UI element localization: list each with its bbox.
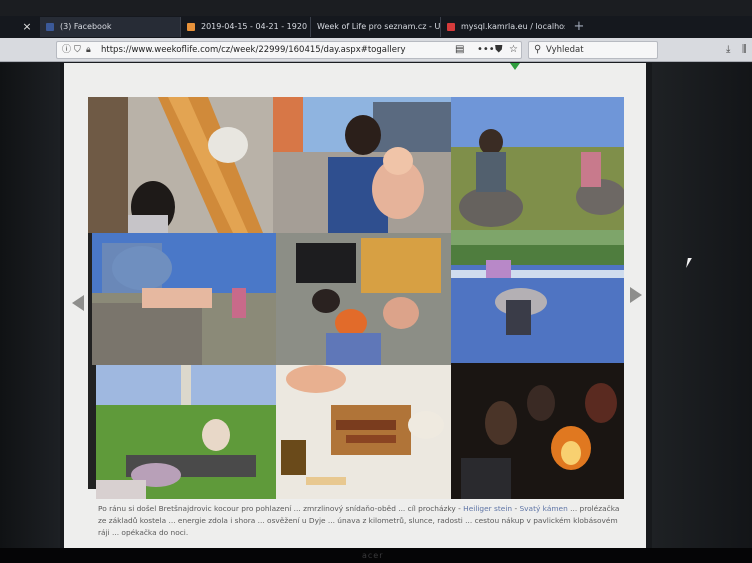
gallery-caption: Po ránu si došel Bretšnajdrovic kocour p… [98, 503, 628, 539]
caption-link-heiliger-stein[interactable]: Heiliger stein [463, 504, 512, 513]
gallery-prev-arrow-icon[interactable] [72, 295, 84, 311]
page-body: Po ránu si došel Bretšnajdrovic kocour p… [64, 63, 646, 549]
search-bar[interactable]: ⚲ [528, 41, 658, 59]
search-input[interactable] [546, 43, 654, 57]
shield-icon[interactable]: ⛉ [74, 45, 81, 56]
photo-picnic-garden[interactable] [96, 365, 276, 499]
image-icon [187, 23, 195, 31]
navigation-bar: ⓘ ⛉ 🔒︎ https://www.weekoflife.com/cz/wee… [0, 38, 752, 62]
photo-river-wading[interactable] [451, 230, 624, 363]
screen: × (3) Facebook 2019-04-15 - 04-21 - 1920… [0, 0, 752, 563]
tab-mysql[interactable]: mysql.kamrla.eu / localhost / [440, 17, 565, 37]
url-bar[interactable]: ⓘ ⛉ 🔒︎ https://www.weekoflife.com/cz/wee… [56, 41, 522, 59]
close-tab-icon[interactable]: × [20, 16, 34, 38]
reader-icon[interactable]: ▤ [455, 44, 464, 56]
facebook-icon [46, 23, 54, 31]
library-icon[interactable]: ⫼ [742, 43, 747, 56]
more-icon[interactable]: ••• [477, 44, 495, 56]
photo-cat-on-stairs[interactable] [88, 97, 273, 233]
gallery-next-arrow-icon[interactable] [630, 287, 642, 303]
screen-edge-right [652, 63, 752, 563]
tab-strip: × (3) Facebook 2019-04-15 - 04-21 - 1920… [0, 16, 752, 38]
photo-campfire-night[interactable] [451, 363, 624, 499]
phpmyadmin-icon [447, 23, 455, 31]
download-icon[interactable]: ⤓ [726, 43, 730, 56]
photo-family-lying-on-rock[interactable] [276, 233, 451, 365]
info-icon[interactable]: ⓘ [62, 45, 71, 56]
tab-label: mysql.kamrla.eu / localhost / [461, 22, 565, 31]
bookmark-star-icon[interactable]: ☆ [509, 44, 518, 56]
pocket-icon[interactable]: ⛊ [495, 44, 503, 56]
new-tab-button[interactable]: + [570, 16, 588, 38]
caption-text: Po ránu si došel Bretšnajdrovic kocour p… [98, 504, 464, 513]
caption-link-svaty-kamen[interactable]: Svatý kámen [519, 504, 567, 513]
screen-edge-left [0, 63, 60, 563]
content-viewport: Po ránu si došel Bretšnajdrovic kocour p… [0, 63, 752, 563]
photo-gallery [88, 97, 624, 499]
lock-icon: 🔒︎ [86, 45, 91, 55]
url-text[interactable]: https://www.weekoflife.com/cz/week/22999… [101, 45, 405, 56]
photo-sausage-board[interactable] [276, 365, 451, 499]
photo-child-on-wall[interactable] [92, 233, 276, 365]
tab-facebook[interactable]: (3) Facebook [40, 17, 180, 37]
photo-rocks-meadow[interactable] [451, 97, 624, 230]
tab-label: 2019-04-15 - 04-21 - 1920 px [201, 22, 310, 31]
photo-mother-and-child[interactable] [273, 97, 451, 233]
tab-label: Week of Life pro seznam.cz - Uživ [317, 22, 440, 31]
tab-label: (3) Facebook [60, 22, 112, 31]
search-icon: ⚲ [534, 44, 542, 55]
tab-week-of-life[interactable]: Week of Life pro seznam.cz - Uživ [310, 17, 440, 37]
monitor-logo-icon: acer [362, 551, 384, 560]
scroll-marker-icon [510, 63, 520, 70]
tab-gallery-week[interactable]: 2019-04-15 - 04-21 - 1920 px [180, 17, 310, 37]
